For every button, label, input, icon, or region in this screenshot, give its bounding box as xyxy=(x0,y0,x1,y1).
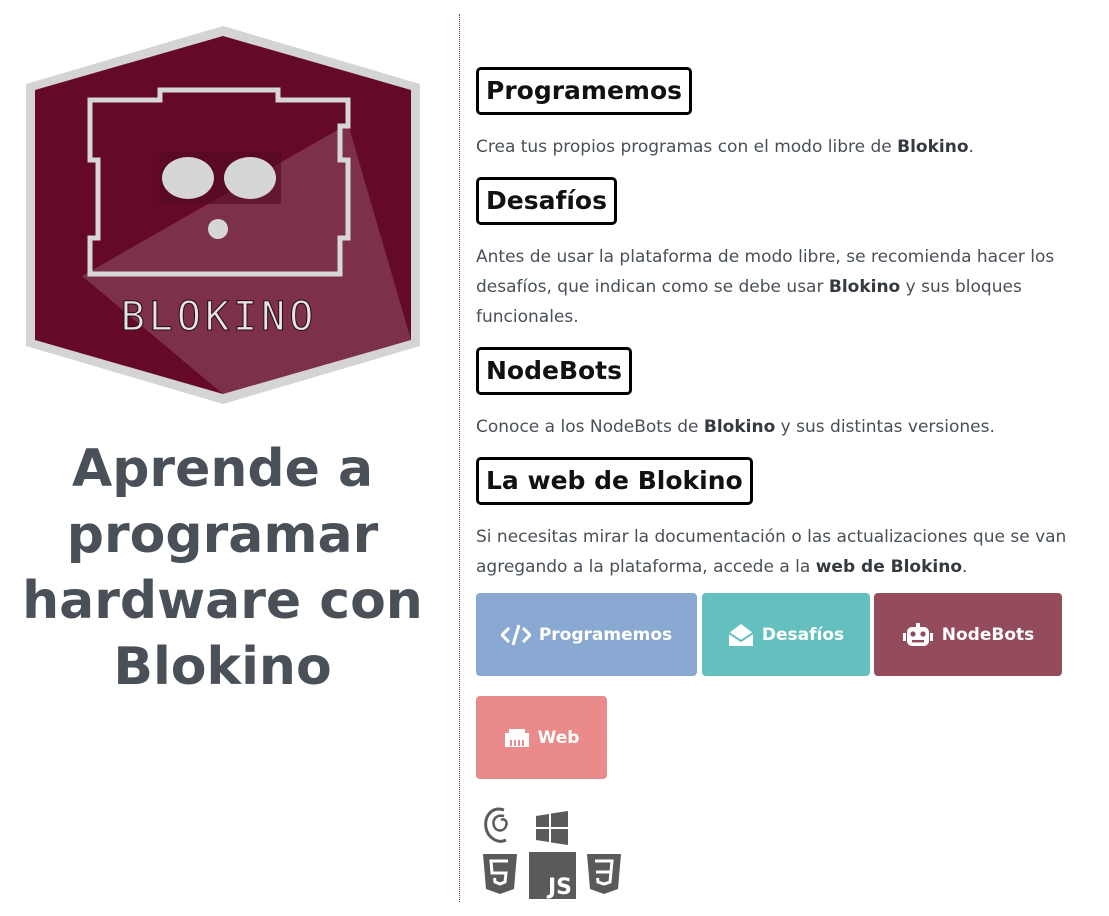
desafios-button-label: Desafíos xyxy=(761,624,845,645)
section-text-programemos: Crea tus propios programas con el modo l… xyxy=(476,137,974,157)
section-title-web: La web de Blokino xyxy=(476,457,753,505)
nodebots-button-label: NodeBots xyxy=(941,624,1035,645)
robot-icon xyxy=(902,622,933,646)
blokino-logo: BLOKINO xyxy=(26,26,420,404)
javascript-icon: JS xyxy=(529,852,576,899)
section-text-desafios: Antes de usar la plataforma de modo libr… xyxy=(476,247,1055,327)
web-button[interactable]: Web xyxy=(476,696,607,779)
desafios-button[interactable]: Desafíos xyxy=(702,593,870,676)
html5-icon xyxy=(483,854,517,894)
tagline: Aprende a programar hardware con Blokino xyxy=(22,439,423,697)
web-button-label: Web xyxy=(537,727,580,748)
section-title-desafios: Desafíos xyxy=(476,177,617,225)
programemos-button[interactable]: Programemos xyxy=(476,593,697,676)
section-title-programemos: Programemos xyxy=(476,67,693,115)
section-title-nodebots: NodeBots xyxy=(476,347,633,395)
content-panel: Programemos Crea tus propios programas c… xyxy=(476,0,1106,916)
network-icon xyxy=(504,728,529,747)
section-text-nodebots: Conoce a los NodeBots de Blokino y sus d… xyxy=(476,417,995,437)
section-text-web: Si necesitas mirar la documentación o la… xyxy=(476,527,1067,577)
css3-icon xyxy=(587,854,621,894)
nodebots-button[interactable]: NodeBots xyxy=(874,593,1062,676)
javascript-icon-label: JS xyxy=(546,875,572,899)
code-icon xyxy=(500,624,531,645)
logo-text: BLOKINO xyxy=(121,294,318,340)
windows-icon xyxy=(536,811,568,845)
left-panel: BLOKINO Aprende a programar hardware con… xyxy=(0,0,448,916)
envelope-open-icon xyxy=(728,623,754,646)
debian-icon xyxy=(484,807,508,843)
programemos-button-label: Programemos xyxy=(538,624,673,645)
vertical-divider xyxy=(459,14,460,902)
